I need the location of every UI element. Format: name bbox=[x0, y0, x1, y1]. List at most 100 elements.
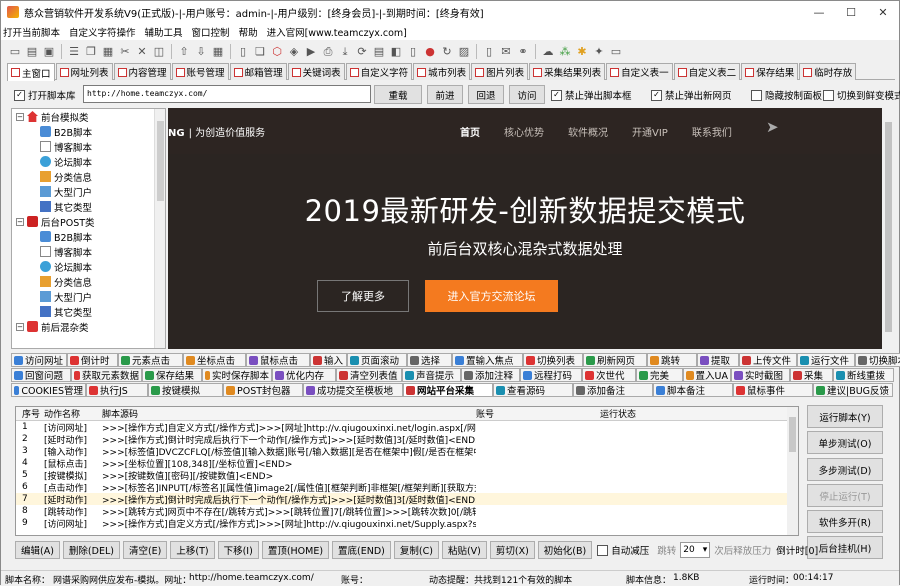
refresh-icon[interactable]: ↻ bbox=[439, 44, 455, 60]
tree-item[interactable]: 分类信息 bbox=[12, 169, 165, 184]
command-cmd_row1-15[interactable]: 切换脚本 bbox=[855, 353, 900, 367]
background-hang-button[interactable]: 后台挂机(H) bbox=[807, 536, 883, 559]
command-cmd_row3-7[interactable]: 添加备注 bbox=[573, 383, 653, 397]
web-menu-vip[interactable]: 开通VIP bbox=[632, 124, 668, 139]
command-cmd_row2-12[interactable]: 实时截图 bbox=[731, 368, 790, 382]
back-button[interactable]: 回退 bbox=[468, 85, 504, 104]
tree-node[interactable]: − 前后混杂类 bbox=[12, 319, 165, 334]
learn-more-button[interactable]: 了解更多 bbox=[317, 280, 409, 312]
web-menu-overview[interactable]: 软件概况 bbox=[568, 124, 608, 139]
multi-step-test-button[interactable]: 多步测试(D) bbox=[807, 458, 883, 481]
file-icon[interactable]: ▯ bbox=[481, 44, 497, 60]
table-row[interactable]: 3 [输入动作] >>>[标签值]DVCZCFLQ[/标签值][输入数据]账号[/输… bbox=[16, 445, 798, 458]
command-cmd_row1-10[interactable]: 刷新网页 bbox=[583, 353, 647, 367]
command-cmd_row1-11[interactable]: 跳转 bbox=[647, 353, 697, 367]
table-row[interactable]: 6 [点击动作] >>>[标签名]INPUT[/标签名][属性值]image2[/属… bbox=[16, 481, 798, 494]
command-cmd_row2-4[interactable]: 优化内存 bbox=[272, 368, 336, 382]
table-row[interactable]: 4 [鼠标点击] >>>[坐标位置][108,348][/坐标位置]<END> bbox=[16, 457, 798, 470]
command-cmd_row1-9[interactable]: 切换列表 bbox=[523, 353, 583, 367]
page-copy-icon[interactable]: ❏ bbox=[252, 44, 268, 60]
paste-icon[interactable]: ▦ bbox=[100, 44, 116, 60]
checkbox[interactable]: ✓ bbox=[651, 89, 662, 101]
menu-help[interactable]: 帮助 bbox=[239, 25, 258, 39]
visit-button[interactable]: 访问 bbox=[509, 85, 545, 104]
table-row[interactable]: 7 [延时动作] >>>[操作方式]倒计时完成后执行下一个动作[/操作方式]>>>[… bbox=[16, 493, 798, 506]
tab-keywords[interactable]: 关键词表 bbox=[287, 63, 345, 80]
hide-control-panel[interactable]: 隐藏按制面板 bbox=[751, 88, 822, 102]
forum-button[interactable]: 进入官方交流论坛 bbox=[425, 280, 558, 312]
table-row[interactable]: 1 [访问网址] >>>[操作方式]自定义方式[/操作方式]>>>[网址]http:… bbox=[16, 421, 798, 434]
tree-item[interactable]: B2B脚本 bbox=[12, 229, 165, 244]
command-cmd_row3-10[interactable]: 建议|BUG反馈 bbox=[813, 383, 893, 397]
reload-button[interactable]: 重载 bbox=[374, 85, 422, 104]
grid-scrollbar[interactable] bbox=[787, 407, 798, 535]
tab-collect-results[interactable]: 采集结果列表 bbox=[529, 63, 606, 80]
network-icon[interactable]: ⁂ bbox=[557, 44, 573, 60]
calc-icon[interactable]: ▤ bbox=[371, 44, 387, 60]
command-cmd_row1-4[interactable]: 鼠标点击 bbox=[246, 353, 310, 367]
tab-custom-table-1[interactable]: 自定义表一 bbox=[606, 63, 673, 80]
menu-tools[interactable]: 辅助工具 bbox=[145, 25, 183, 39]
command-cmd_row2-11[interactable]: 置入UA bbox=[683, 368, 731, 382]
mail-icon[interactable]: ✉ bbox=[498, 44, 514, 60]
command-cmd_row3-1[interactable]: 执行JS bbox=[86, 383, 148, 397]
command-cmd_row3-3[interactable]: POST封包器 bbox=[223, 383, 303, 397]
command-cmd_row1-8[interactable]: 置输入焦点 bbox=[452, 353, 523, 367]
bottom-button[interactable]: 置底(END) bbox=[332, 541, 391, 559]
tab-custom-chars[interactable]: 自定义字符 bbox=[345, 63, 413, 80]
sun-icon[interactable]: ✱ bbox=[574, 44, 590, 60]
tab-urls[interactable]: 网址列表 bbox=[55, 63, 113, 80]
move-down-button[interactable]: 下移(I) bbox=[217, 541, 259, 559]
table-icon[interactable]: ▦ bbox=[210, 44, 226, 60]
tab-saved-results[interactable]: 保存结果 bbox=[741, 63, 799, 80]
link-icon[interactable]: ⚭ bbox=[515, 44, 531, 60]
tree-item[interactable]: B2B脚本 bbox=[12, 124, 165, 139]
maximize-button[interactable]: ☐ bbox=[835, 1, 867, 23]
web-view[interactable]: NG | 为创造价值服务 首页 核心优势 软件概况 开通VIP 联系我们 ➤ 20… bbox=[168, 108, 882, 349]
chart-icon[interactable]: ◧ bbox=[388, 44, 404, 60]
menu-custom-chars[interactable]: 自定义字符操作 bbox=[69, 25, 136, 39]
init-button[interactable]: 初始化(B) bbox=[537, 541, 593, 559]
tab-main[interactable]: 主窗口 bbox=[7, 63, 55, 81]
tab-mailboxes[interactable]: 邮箱管理 bbox=[229, 63, 287, 80]
paste-button[interactable]: 粘贴(V) bbox=[441, 541, 487, 559]
command-cmd_row1-3[interactable]: 坐标点击 bbox=[183, 353, 246, 367]
move-up-icon[interactable]: ⇧ bbox=[176, 44, 192, 60]
tree-item[interactable]: 博客脚本 bbox=[12, 244, 165, 259]
image-icon[interactable]: ▨ bbox=[456, 44, 472, 60]
jump-select[interactable]: 20 ▾ bbox=[680, 542, 711, 558]
tree-item[interactable]: 论坛脚本 bbox=[12, 259, 165, 274]
command-cmd_row3-4[interactable]: 成功提交至模板地 bbox=[303, 383, 403, 397]
block-new-page[interactable]: ✓ 禁止弹出新网页 bbox=[651, 88, 732, 102]
clear-icon[interactable]: ◫ bbox=[151, 44, 167, 60]
command-cmd_row2-2[interactable]: 保存结果 bbox=[142, 368, 202, 382]
stop-run-button[interactable]: 停止运行(T) bbox=[807, 484, 883, 507]
menu-open-script[interactable]: 打开当前脚本 bbox=[3, 25, 60, 39]
tree-item[interactable]: 大型门户 bbox=[12, 289, 165, 304]
copy-button[interactable]: 复制(C) bbox=[393, 541, 439, 559]
web-menu-home[interactable]: 首页 bbox=[460, 124, 480, 139]
auto-reduce-checkbox[interactable] bbox=[597, 544, 609, 556]
command-cmd_row3-0[interactable]: COOKIES管理 bbox=[11, 383, 86, 397]
play-icon[interactable]: ▶ bbox=[303, 44, 319, 60]
document-icon[interactable]: ▯ bbox=[405, 44, 421, 60]
checkbox[interactable] bbox=[751, 89, 762, 101]
page-icon[interactable]: ▯ bbox=[235, 44, 251, 60]
checkbox[interactable]: ✓ bbox=[551, 89, 562, 101]
command-cmd_row1-13[interactable]: 上传文件 bbox=[739, 353, 797, 367]
command-cmd_row2-8[interactable]: 远程打码 bbox=[520, 368, 582, 382]
tree-node[interactable]: − 后台POST类 bbox=[12, 214, 165, 229]
tree-item[interactable]: 其它类型 bbox=[12, 199, 165, 214]
command-cmd_row3-6[interactable]: 查看源码 bbox=[493, 383, 573, 397]
tab-accounts[interactable]: 账号管理 bbox=[171, 63, 229, 80]
web-scrollbar[interactable] bbox=[883, 108, 894, 349]
command-cmd_row1-7[interactable]: 选择 bbox=[407, 353, 452, 367]
minimize-button[interactable]: — bbox=[803, 1, 835, 23]
checkbox[interactable] bbox=[823, 89, 834, 101]
multi-open-button[interactable]: 软件多开(R) bbox=[807, 510, 883, 533]
command-cmd_row1-12[interactable]: 提取 bbox=[697, 353, 739, 367]
block-script-popup[interactable]: ✓ 禁止弹出脚本框 bbox=[551, 88, 632, 102]
command-cmd_row1-14[interactable]: 运行文件 bbox=[797, 353, 855, 367]
open-script-check[interactable]: ✓ 打开脚本库 bbox=[14, 88, 76, 102]
command-cmd_row2-6[interactable]: 声音提示 bbox=[402, 368, 461, 382]
